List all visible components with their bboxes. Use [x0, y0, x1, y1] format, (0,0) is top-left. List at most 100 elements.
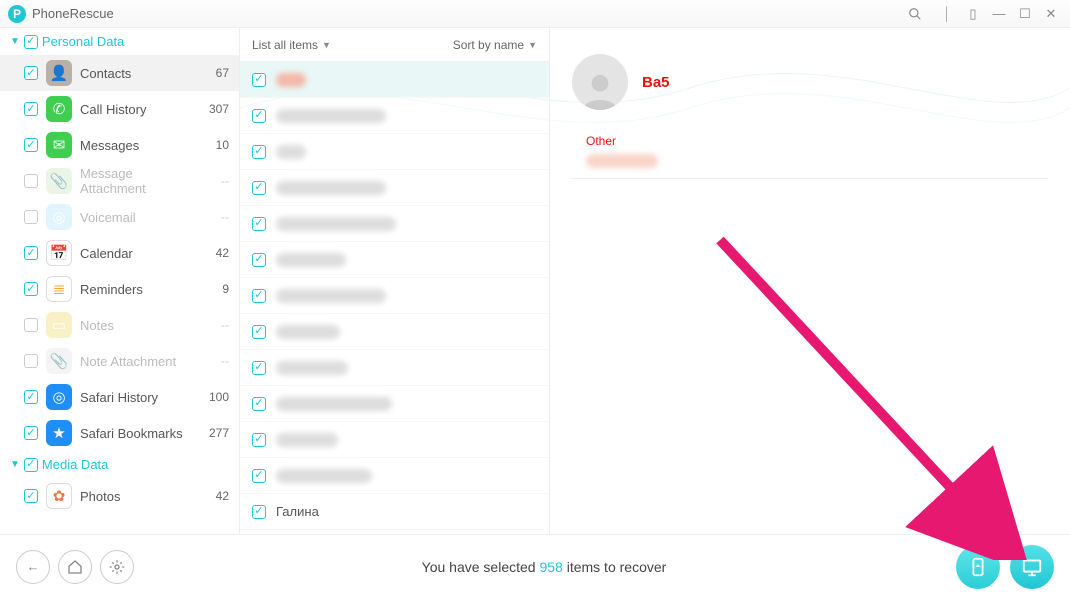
category-label: Reminders	[80, 282, 193, 297]
item-label: Галина	[276, 504, 319, 519]
list-item[interactable]	[240, 62, 549, 98]
list-item[interactable]	[240, 422, 549, 458]
category-label: Call History	[80, 102, 193, 117]
group-personal-data[interactable]: ▼ Personal Data	[0, 28, 239, 55]
category-row[interactable]: ≣Reminders9	[0, 271, 239, 307]
category-row[interactable]: 📎Note Attachment--	[0, 343, 239, 379]
category-checkbox[interactable]	[24, 66, 38, 80]
list-item[interactable]	[240, 134, 549, 170]
list-item[interactable]	[240, 278, 549, 314]
category-count: --	[201, 210, 229, 224]
item-label-redacted	[276, 469, 372, 483]
footer: ← You have selected 958 items to recover	[0, 534, 1070, 598]
item-checkbox[interactable]	[252, 109, 266, 123]
chevron-down-icon: ▼	[10, 36, 20, 47]
category-icon: ▭	[46, 312, 72, 338]
item-label-redacted	[276, 433, 338, 447]
category-row[interactable]: ✉Messages10	[0, 127, 239, 163]
category-checkbox[interactable]	[24, 426, 38, 440]
close-button[interactable]: ✕	[1040, 3, 1062, 25]
category-label: Calendar	[80, 246, 193, 261]
home-button[interactable]	[58, 550, 92, 584]
category-icon: 👤	[46, 60, 72, 86]
category-icon: ≣	[46, 276, 72, 302]
item-list-pane: List all items▼ Sort by name▼ Галина	[240, 28, 550, 534]
list-item[interactable]	[240, 170, 549, 206]
item-checkbox[interactable]	[252, 433, 266, 447]
item-checkbox[interactable]	[252, 505, 266, 519]
avatar	[572, 54, 628, 110]
list-item[interactable]	[240, 98, 549, 134]
item-checkbox[interactable]	[252, 325, 266, 339]
category-row[interactable]: ▭Notes--	[0, 307, 239, 343]
category-row[interactable]: ✿Photos42	[0, 478, 239, 514]
item-label-redacted	[276, 217, 396, 231]
category-icon: ✿	[46, 483, 72, 509]
recover-to-device-button[interactable]	[956, 545, 1000, 589]
pane-toggle-icon[interactable]: ▯	[962, 3, 984, 25]
maximize-button[interactable]: ☐	[1014, 3, 1036, 25]
category-row[interactable]: ◎Voicemail--	[0, 199, 239, 235]
category-row[interactable]: ★Safari Bookmarks277	[0, 415, 239, 451]
category-row[interactable]: ◎Safari History100	[0, 379, 239, 415]
filter-dropdown[interactable]: List all items▼	[252, 38, 331, 52]
category-checkbox[interactable]	[24, 174, 38, 188]
category-checkbox[interactable]	[24, 246, 38, 260]
list-item[interactable]	[240, 386, 549, 422]
item-label-redacted	[276, 325, 340, 339]
category-row[interactable]: 📅Calendar42	[0, 235, 239, 271]
category-row[interactable]: 📎 Message Attachment --	[0, 163, 239, 199]
category-icon: ◎	[46, 384, 72, 410]
search-icon[interactable]	[904, 3, 926, 25]
item-checkbox[interactable]	[252, 217, 266, 231]
sort-dropdown[interactable]: Sort by name▼	[453, 38, 537, 52]
item-checkbox[interactable]	[252, 181, 266, 195]
minimize-button[interactable]: —	[988, 3, 1010, 25]
category-count: 307	[201, 102, 229, 116]
item-checkbox[interactable]	[252, 73, 266, 87]
item-checkbox[interactable]	[252, 253, 266, 267]
category-count: --	[201, 354, 229, 368]
category-count: --	[201, 174, 229, 188]
category-checkbox[interactable]	[24, 210, 38, 224]
category-row[interactable]: 👤Contacts67	[0, 55, 239, 91]
list-item[interactable]	[240, 458, 549, 494]
chevron-down-icon: ▼	[10, 459, 20, 470]
category-label: Contacts	[80, 66, 193, 81]
sidebar: ▼ Personal Data 👤Contacts67✆Call History…	[0, 28, 240, 534]
list-item[interactable]: Галина	[240, 494, 549, 530]
item-checkbox[interactable]	[252, 469, 266, 483]
category-count: 42	[201, 489, 229, 503]
category-checkbox[interactable]	[24, 282, 38, 296]
group-checkbox[interactable]	[24, 35, 38, 49]
item-label-redacted	[276, 397, 392, 411]
category-icon: ◎	[46, 204, 72, 230]
category-checkbox[interactable]	[24, 354, 38, 368]
chevron-down-icon: ▼	[528, 40, 537, 50]
app-title: PhoneRescue	[32, 6, 114, 21]
category-count: 42	[201, 246, 229, 260]
list-item[interactable]	[240, 314, 549, 350]
item-checkbox[interactable]	[252, 397, 266, 411]
recover-to-computer-button[interactable]	[1010, 545, 1054, 589]
category-checkbox[interactable]	[24, 318, 38, 332]
settings-button[interactable]	[100, 550, 134, 584]
item-checkbox[interactable]	[252, 145, 266, 159]
category-checkbox[interactable]	[24, 102, 38, 116]
category-checkbox[interactable]	[24, 390, 38, 404]
list-item[interactable]	[240, 206, 549, 242]
category-label: Message Attachment	[80, 166, 193, 196]
back-button[interactable]: ←	[16, 550, 50, 584]
list-item[interactable]	[240, 242, 549, 278]
item-checkbox[interactable]	[252, 361, 266, 375]
category-icon: 📎	[46, 168, 72, 194]
category-icon: 📎	[46, 348, 72, 374]
group-media-data[interactable]: ▼ Media Data	[0, 451, 239, 478]
category-checkbox[interactable]	[24, 138, 38, 152]
list-item[interactable]	[240, 350, 549, 386]
category-row[interactable]: ✆Call History307	[0, 91, 239, 127]
group-checkbox[interactable]	[24, 458, 38, 472]
item-checkbox[interactable]	[252, 289, 266, 303]
category-checkbox[interactable]	[24, 489, 38, 503]
item-label-redacted	[276, 73, 306, 87]
